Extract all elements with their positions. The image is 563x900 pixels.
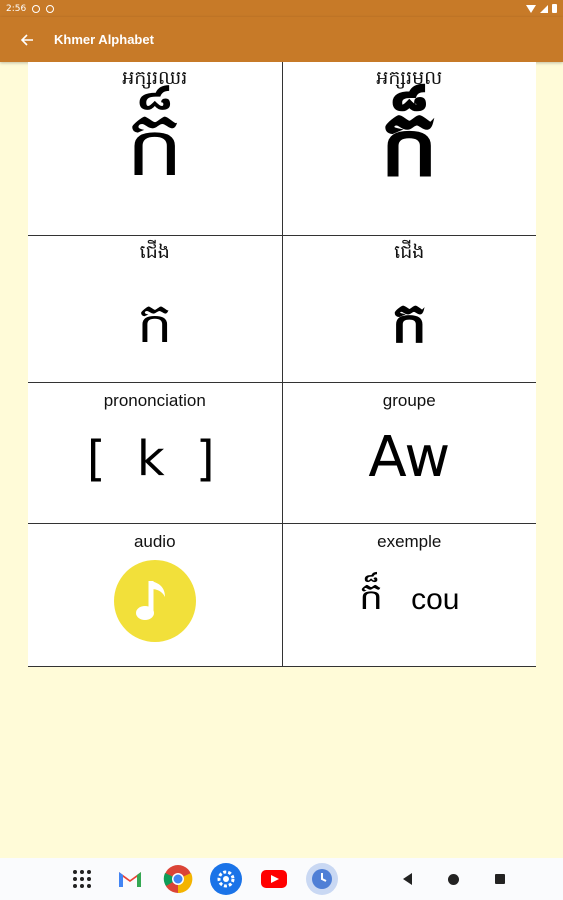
music-note-icon [135,580,165,620]
wifi-icon [526,4,536,13]
subscript-glyph: ក [136,290,173,356]
app-bar: Khmer Alphabet [0,17,563,62]
status-time: 2:56 [6,3,27,14]
group-label: groupe [382,390,436,410]
pronunciation-value: [ k ] [86,430,223,487]
example-khmer: ក៏ [359,573,384,618]
round-letter-glyph: ក៏ [380,90,439,197]
pronunciation-cell: prononciation [ k ] [28,382,283,524]
nav-recents-button[interactable] [495,874,505,884]
app-title: Khmer Alphabet [54,32,154,47]
notification-status-icon [46,4,55,13]
pronunciation-label: prononciation [103,390,206,410]
settings-icon[interactable] [210,863,242,895]
clock-icon[interactable] [306,863,338,895]
upright-letter-cell: អក្សរឈរ ក៏ [28,62,283,236]
gmail-icon[interactable] [114,863,146,895]
audio-cell: audio [28,523,283,667]
audio-play-button[interactable] [113,559,196,642]
upright-letter-glyph: ក៏ [125,90,184,197]
subscript-label: ជើង [139,240,170,263]
subscript-round-cell: ជើង ក [281,235,536,383]
arrow-left-icon [20,33,33,46]
example-label: exemple [377,531,442,551]
chrome-icon[interactable] [162,863,194,895]
system-nav-bar [0,858,563,900]
group-cell: groupe Aw [281,382,536,524]
nav-home-button[interactable] [448,873,459,885]
example-cell: exemple ក៏ cou [281,523,537,667]
round-letter-cell: អក្សរមូល ក៏ [281,62,536,236]
example-french: cou [411,582,460,616]
example-word: ក៏ cou [283,572,537,628]
settings-status-icon [32,4,41,13]
signal-icon [540,4,548,13]
nav-back-button[interactable] [403,873,412,885]
subscript-cell: ជើង ក [28,235,283,383]
group-value: Aw [368,424,451,490]
letter-card: អក្សរឈរ ក៏ អក្សរមូល ក៏ ជើង ក ជើង ក prono… [28,62,536,667]
back-button[interactable] [6,17,48,62]
audio-label: audio [133,531,176,551]
subscript-round-label: ជើង [394,240,425,263]
battery-icon [552,4,557,13]
youtube-icon[interactable] [258,863,290,895]
status-bar: 2:56 [0,0,563,17]
subscript-round-glyph: ក [391,290,428,356]
apps-grid-icon[interactable] [66,863,98,895]
